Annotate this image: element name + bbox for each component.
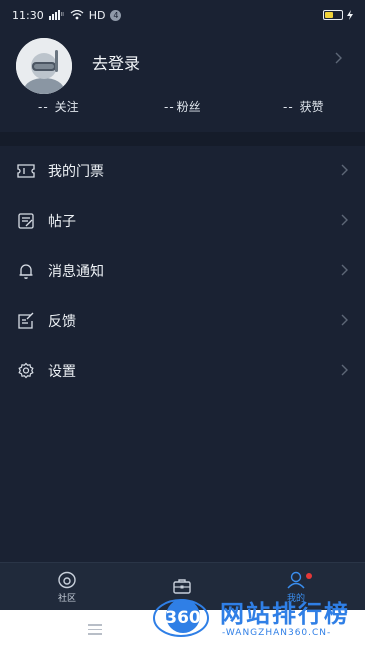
status-bar: 11:30 ll HD 4 [0, 0, 365, 30]
menu-label-settings: 设置 [48, 364, 76, 380]
settings-menu: 我的门票 帖子 消息通知 反馈 设置 [0, 146, 365, 396]
chevron-right-icon[interactable] [335, 52, 343, 64]
menu-label-tickets: 我的门票 [48, 164, 104, 180]
svg-text:ll: ll [61, 12, 64, 18]
menu-item-feedback[interactable]: 反馈 [0, 296, 365, 346]
avatar[interactable] [16, 38, 72, 94]
bell-icon [16, 261, 36, 281]
wifi-icon [70, 10, 84, 20]
tab-label-community: 社区 [57, 593, 76, 604]
status-time: 11:30 [12, 8, 44, 22]
notification-dot [306, 573, 312, 579]
menu-icon[interactable] [88, 624, 102, 638]
tab-community[interactable]: 社区 [37, 563, 97, 611]
stat-likes[interactable]: -- 获赞 [283, 98, 324, 115]
section-divider [0, 132, 365, 146]
stat-following[interactable]: -- 关注 [38, 98, 79, 115]
stat-followers[interactable]: -- 粉丝 [164, 98, 201, 115]
watermark-logo: 360 [153, 599, 209, 637]
post-icon [16, 211, 36, 231]
login-link[interactable]: 去登录 [92, 50, 140, 74]
menu-label-posts: 帖子 [48, 214, 76, 230]
menu-item-posts[interactable]: 帖子 [0, 196, 365, 246]
chevron-right-icon [341, 214, 348, 226]
diver-avatar-icon [16, 38, 72, 94]
signal-icon: ll [48, 10, 64, 20]
feedback-icon [16, 311, 36, 331]
menu-label-notifications: 消息通知 [48, 264, 104, 280]
menu-item-settings[interactable]: 设置 [0, 346, 365, 396]
battery-icon [323, 10, 343, 20]
menu-label-feedback: 反馈 [48, 314, 76, 330]
gear-icon [16, 361, 36, 381]
charging-icon [347, 10, 353, 20]
community-icon [58, 571, 76, 588]
watermark-title: 网站排行榜 [220, 600, 350, 628]
menu-item-notifications[interactable]: 消息通知 [0, 246, 365, 296]
stats-row: -- 关注 -- 粉丝 -- 获赞 [0, 98, 365, 120]
network-type: HD [88, 8, 106, 22]
watermark: 360 网站排行榜 -WANGZHAN360.CN- [150, 592, 365, 648]
chevron-right-icon [341, 164, 348, 176]
watermark-logo-text: 360 [165, 608, 201, 628]
profile-icon [287, 571, 305, 588]
watermark-subtitle: -WANGZHAN360.CN- [222, 628, 332, 638]
chevron-right-icon [341, 264, 348, 276]
chevron-right-icon [341, 364, 348, 376]
menu-item-tickets[interactable]: 我的门票 [0, 146, 365, 196]
chevron-right-icon [341, 314, 348, 326]
status-badge: 4 [110, 9, 122, 21]
ticket-icon [16, 161, 36, 181]
